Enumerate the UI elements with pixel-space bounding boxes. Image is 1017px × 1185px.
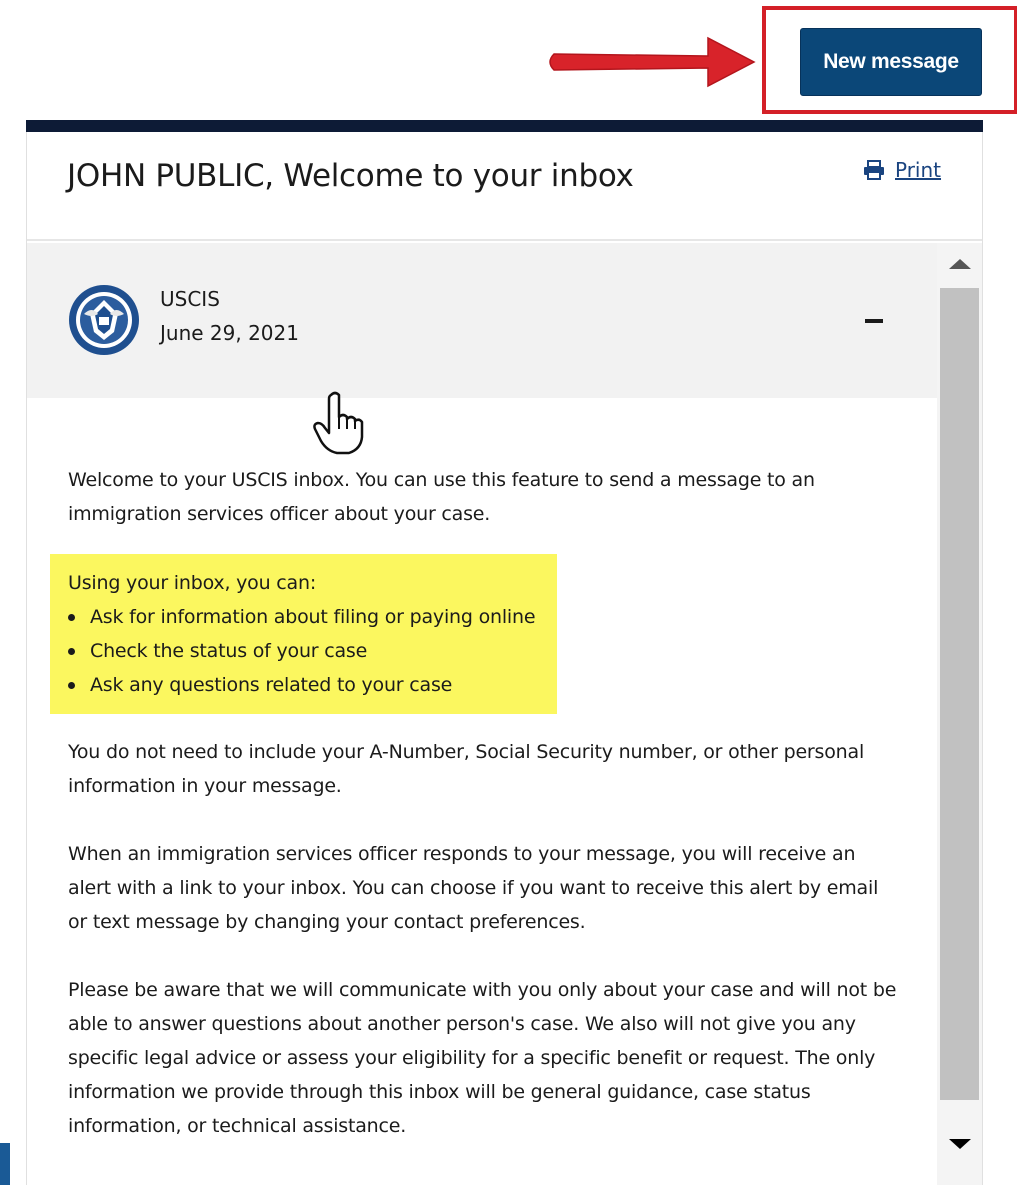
inbox-panel: JOHN PUBLIC, Welcome to your inbox Print [26,132,983,1185]
print-link[interactable]: Print [863,158,941,182]
list-item: Ask any questions related to your case [68,668,557,702]
inbox-capabilities-callout: Using your inbox, you can: Ask for infor… [50,554,557,714]
page-edge-bar [0,1143,10,1185]
panel-accent-bar [26,120,983,132]
message-body-continued: You do not need to include your A-Number… [68,735,898,1177]
scrollbar-thumb[interactable] [940,288,979,1100]
message-sender: USCIS [160,287,220,311]
inbox-title: JOHN PUBLIC, Welcome to your inbox [67,158,634,194]
message-header[interactable]: USCIS June 29, 2021 [27,243,937,398]
capabilities-list: Ask for information about filing or payi… [68,600,557,702]
message-paragraph: When an immigration services officer res… [68,843,879,933]
message-scroll-area[interactable]: USCIS June 29, 2021 Welcome to your USCI… [27,243,982,1185]
callout-heading: Using your inbox, you can: [68,572,317,594]
message-paragraph: You do not need to include your A-Number… [68,741,865,797]
new-message-button[interactable]: New message [800,28,982,96]
dhs-seal-icon [69,285,139,355]
message-date: June 29, 2021 [160,321,299,345]
list-item: Ask for information about filing or payi… [68,600,557,634]
minus-icon[interactable] [865,319,883,323]
list-item: Check the status of your case [68,634,557,668]
inbox-header: JOHN PUBLIC, Welcome to your inbox Print [27,132,982,241]
hand-pointer-icon [313,391,364,455]
message-body: Welcome to your USCIS inbox. You can use… [68,463,898,565]
scroll-up-icon[interactable] [949,259,971,269]
scroll-down-icon[interactable] [949,1139,971,1149]
vertical-scrollbar[interactable] [937,243,982,1185]
red-arrow-icon [549,36,756,88]
print-label: Print [895,158,942,182]
printer-icon [864,160,884,180]
message-intro: Welcome to your USCIS inbox. You can use… [68,469,815,525]
message-paragraph: Please be aware that we will communicate… [68,979,897,1137]
